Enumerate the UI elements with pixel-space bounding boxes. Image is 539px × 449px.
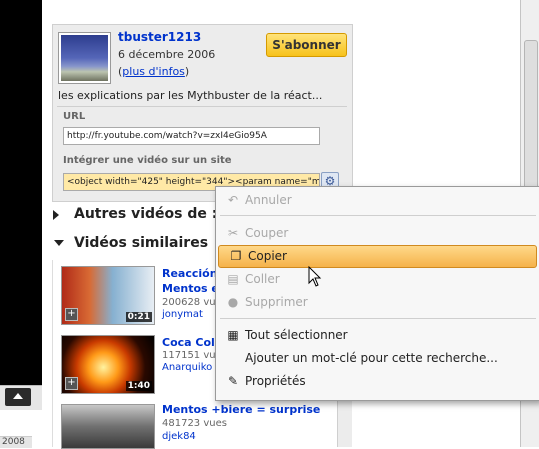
menu-item-label: Couper — [245, 226, 289, 240]
menu-item-label: Coller — [245, 272, 280, 286]
publish-date: 6 décembre 2006 — [118, 48, 216, 61]
url-label: URL — [63, 111, 86, 122]
menu-item-copy[interactable]: ❐ Copier — [218, 245, 537, 268]
delete-icon: ● — [227, 295, 239, 309]
menu-item-add-keyword[interactable]: Ajouter un mot-clé pour cette recherche.… — [216, 348, 536, 369]
avatar-image — [61, 35, 108, 81]
mouse-cursor-icon — [308, 266, 322, 287]
select-all-icon: ▦ — [227, 328, 239, 342]
video-duration: 0:21 — [125, 312, 152, 322]
menu-item-properties[interactable]: ✎ Propriétés — [216, 371, 536, 392]
add-to-queue-icon[interactable]: + — [65, 377, 78, 390]
video-description: les explications par les Mythbuster de l… — [58, 89, 323, 102]
copy-icon: ❐ — [230, 249, 242, 263]
collapse-arrow-icon[interactable] — [54, 240, 64, 246]
menu-separator — [220, 215, 536, 216]
menu-item-label: Copier — [248, 249, 287, 263]
expand-arrow-icon[interactable] — [53, 210, 59, 220]
menu-item-label: Annuler — [245, 193, 292, 207]
more-info-close-paren: ) — [184, 65, 190, 78]
video-user-link[interactable]: djek84 — [162, 431, 196, 442]
menu-item-cut[interactable]: ✂ Couper — [216, 223, 536, 244]
url-field[interactable]: http://fr.youtube.com/watch?v=zxI4eGio95… — [63, 127, 320, 145]
page-year-text: 2008 — [0, 436, 32, 448]
menu-item-label: Propriétés — [245, 374, 306, 388]
properties-icon: ✎ — [227, 374, 239, 388]
video-thumbnail[interactable]: + 0:21 — [61, 266, 155, 325]
menu-separator — [220, 318, 536, 319]
video-duration: 1:40 — [125, 381, 152, 391]
more-info-link[interactable]: plus d'infos — [122, 65, 185, 78]
similar-videos-heading[interactable]: Vidéos similaires — [74, 235, 208, 251]
more-videos-heading[interactable]: Autres vidéos de : — [74, 206, 217, 222]
player-eject-icon[interactable] — [5, 388, 31, 406]
more-info: (plus d'infos) — [118, 65, 189, 78]
video-user-link[interactable]: Anarquiko — [162, 362, 212, 373]
video-user-link[interactable]: jonymat — [162, 309, 203, 320]
menu-item-paste[interactable]: ▤ Coller — [216, 269, 536, 290]
info-divider — [57, 106, 347, 107]
menu-item-delete[interactable]: ● Supprimer — [216, 292, 536, 313]
video-thumbnail[interactable]: + 1:40 — [61, 335, 155, 394]
video-title-link[interactable]: Reacción — [162, 267, 218, 280]
menu-item-label: Ajouter un mot-clé pour cette recherche.… — [245, 351, 498, 365]
paste-icon: ▤ — [227, 272, 239, 286]
channel-avatar[interactable] — [58, 32, 111, 84]
menu-item-select-all[interactable]: ▦ Tout sélectionner — [216, 325, 536, 346]
embed-label: Intégrer une vidéo sur un site — [63, 155, 232, 166]
video-thumbnail[interactable] — [61, 404, 155, 449]
video-views: 481723 vues — [162, 418, 227, 429]
menu-item-undo[interactable]: ↶ Annuler — [216, 190, 536, 211]
video-title-link[interactable]: Mentos +biere = surprise — [162, 403, 320, 416]
cut-icon: ✂ — [227, 226, 239, 240]
menu-item-label: Tout sélectionner — [245, 328, 348, 342]
add-to-queue-icon[interactable]: + — [65, 308, 78, 321]
context-menu: ↶ Annuler ✂ Couper ❐ Copier ▤ Coller ● S… — [215, 186, 539, 401]
channel-name-link[interactable]: tbuster1213 — [118, 30, 201, 44]
subscribe-button[interactable]: S'abonner — [266, 33, 347, 57]
undo-icon: ↶ — [227, 193, 239, 207]
video-title-link[interactable]: Coca Cola — [162, 336, 222, 349]
video-player[interactable] — [0, 0, 42, 385]
menu-item-label: Supprimer — [245, 295, 308, 309]
